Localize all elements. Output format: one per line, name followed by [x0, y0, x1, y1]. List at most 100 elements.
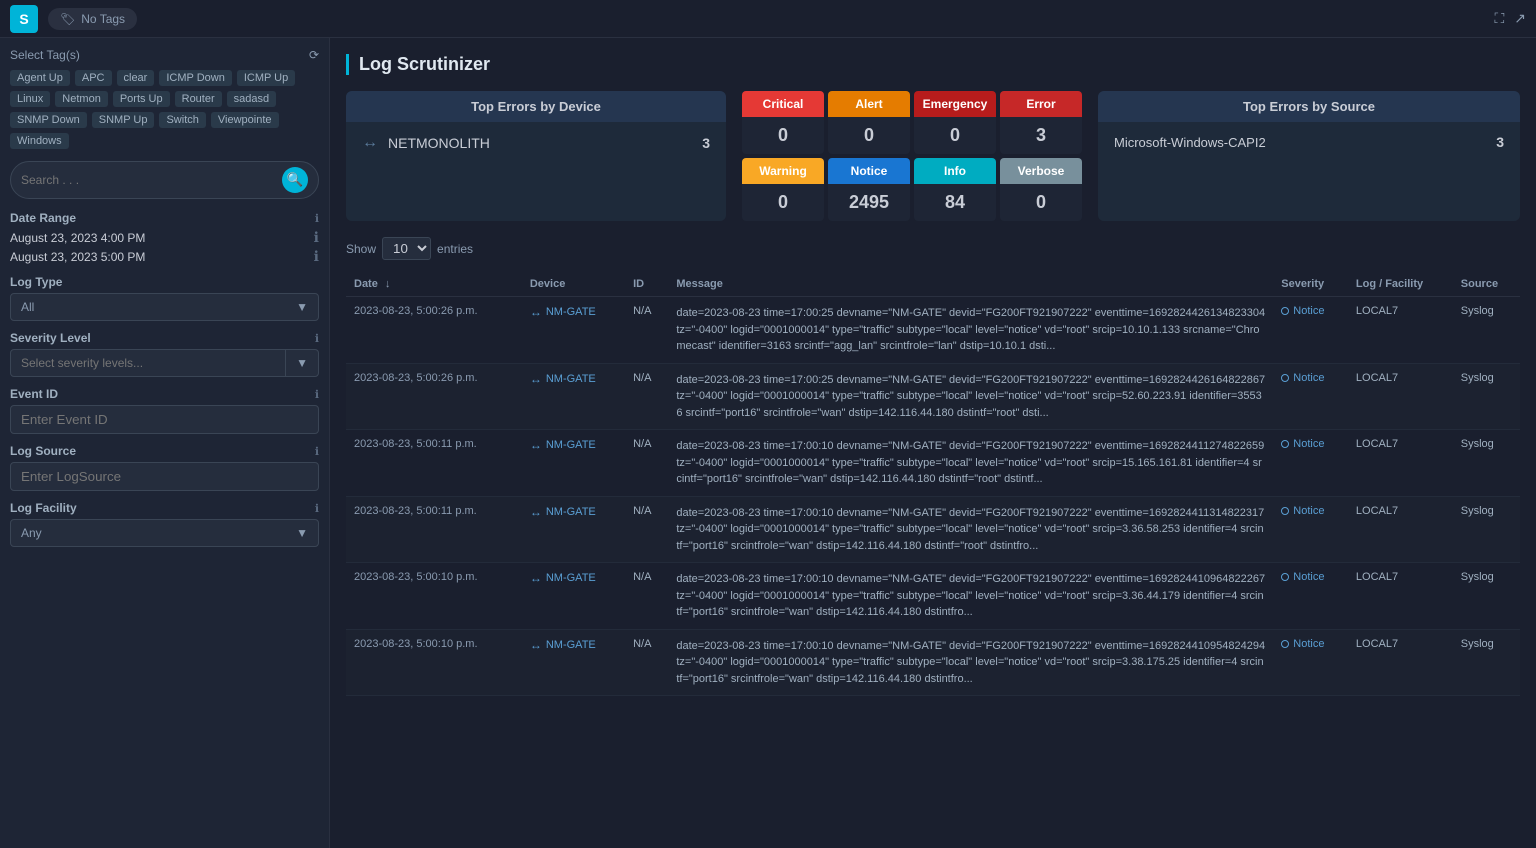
event-id-info-icon[interactable]: ℹ: [315, 388, 319, 401]
table-row[interactable]: 2023-08-23, 5:00:11 p.m. ↔ NM-GATE N/A d…: [346, 496, 1520, 563]
date-range-label-row: Date Range ℹ: [10, 211, 319, 225]
severity-dropdown[interactable]: ▼: [10, 349, 319, 377]
device-link[interactable]: ↔ NM-GATE: [530, 372, 617, 386]
log-facility-info-icon[interactable]: ℹ: [315, 502, 319, 515]
tag-badge-clear[interactable]: clear: [117, 70, 155, 86]
cell-facility: LOCAL7: [1348, 629, 1453, 696]
cell-message: date=2023-08-23 time=17:00:10 devname="N…: [668, 496, 1273, 563]
device-link-icon: ↔: [530, 305, 542, 319]
severity-card-alert[interactable]: Alert0: [828, 91, 910, 154]
table-row[interactable]: 2023-08-23, 5:00:10 p.m. ↔ NM-GATE N/A d…: [346, 629, 1520, 696]
cell-severity: Notice: [1273, 496, 1348, 563]
show-entries-row: Show 10 entries: [346, 237, 1520, 260]
severity-card-info[interactable]: Info84: [914, 158, 996, 221]
date-range-info-icon[interactable]: ℹ: [315, 212, 319, 225]
log-source-info-icon[interactable]: ℹ: [315, 445, 319, 458]
refresh-icon[interactable]: ⟳: [309, 48, 319, 62]
cell-date: 2023-08-23, 5:00:26 p.m.: [346, 297, 522, 364]
sev-label: Alert: [828, 91, 910, 117]
device-name-cell: NM-GATE: [546, 506, 596, 518]
tags-pill[interactable]: 🏷 No Tags: [48, 8, 137, 30]
exit-icon[interactable]: ↗: [1514, 10, 1526, 27]
severity-card-emergency[interactable]: Emergency0: [914, 91, 996, 154]
device-name: NETMONOLITH: [388, 135, 692, 151]
device-row: ↔NETMONOLITH3: [346, 122, 726, 164]
device-link[interactable]: ↔ NM-GATE: [530, 438, 617, 452]
stats-row: Top Errors by Device ↔NETMONOLITH3 Criti…: [346, 91, 1520, 221]
search-box: 🔍: [10, 161, 319, 199]
cell-id: N/A: [625, 297, 668, 364]
tag-badge-snmp-up[interactable]: SNMP Up: [92, 112, 155, 128]
device-link[interactable]: ↔ NM-GATE: [530, 638, 617, 652]
log-source-input[interactable]: [10, 462, 319, 491]
severity-input[interactable]: [11, 350, 285, 376]
table-header-row: Date ↓ Device ID Message Severity Log / …: [346, 272, 1520, 297]
select-tags-row: Select Tag(s) ⟳: [10, 48, 319, 62]
cell-facility: LOCAL7: [1348, 297, 1453, 364]
severity-card-notice[interactable]: Notice2495: [828, 158, 910, 221]
tag-badge-ports-up[interactable]: Ports Up: [113, 91, 170, 107]
date-to-info-icon[interactable]: ℹ: [314, 248, 319, 265]
tags-list: Agent Up APC clearICMP Down ICMP Up Linux Net…: [10, 70, 319, 149]
cell-facility: LOCAL7: [1348, 496, 1453, 563]
event-id-input[interactable]: [10, 405, 319, 434]
table-row[interactable]: 2023-08-23, 5:00:26 p.m. ↔ NM-GATE N/A d…: [346, 297, 1520, 364]
log-facility-label-row: Log Facility ℹ: [10, 501, 319, 515]
severity-dot-icon: [1281, 640, 1289, 648]
cell-device: ↔ NM-GATE: [522, 629, 625, 696]
tag-badge-icmp-down[interactable]: ICMP Down: [159, 70, 231, 86]
table-row[interactable]: 2023-08-23, 5:00:10 p.m. ↔ NM-GATE N/A d…: [346, 563, 1520, 630]
log-facility-dropdown[interactable]: Any ▼: [10, 519, 319, 547]
col-date[interactable]: Date ↓: [346, 272, 522, 297]
sev-label: Info: [914, 158, 996, 184]
cell-source: Syslog: [1453, 629, 1520, 696]
main-layout: Select Tag(s) ⟳ Agent Up APC clearICMP Dow…: [0, 38, 1536, 848]
cell-id: N/A: [625, 430, 668, 497]
search-input[interactable]: [21, 173, 282, 187]
date-from-info-icon[interactable]: ℹ: [314, 229, 319, 246]
tag-badge-apc[interactable]: APC: [75, 70, 112, 86]
tag-badge-snmp-down[interactable]: SNMP Down: [10, 112, 87, 128]
search-icon: 🔍: [287, 172, 304, 188]
app-logo: S: [10, 5, 38, 33]
log-facility-value: Any: [21, 526, 42, 540]
device-link[interactable]: ↔ NM-GATE: [530, 571, 617, 585]
event-id-section: Event ID ℹ: [10, 387, 319, 434]
severity-badge: Notice: [1281, 305, 1324, 317]
log-type-label: Log Type: [10, 275, 62, 289]
tag-badge-switch[interactable]: Switch: [159, 112, 205, 128]
tag-badge-sadasd[interactable]: sadasd: [227, 91, 276, 107]
severity-card-warning[interactable]: Warning0: [742, 158, 824, 221]
table-row[interactable]: 2023-08-23, 5:00:11 p.m. ↔ NM-GATE N/A d…: [346, 430, 1520, 497]
severity-card-error[interactable]: Error3: [1000, 91, 1082, 154]
cell-date: 2023-08-23, 5:00:10 p.m.: [346, 563, 522, 630]
cell-source: Syslog: [1453, 430, 1520, 497]
device-link[interactable]: ↔ NM-GATE: [530, 505, 617, 519]
tag-badge-linux[interactable]: Linux: [10, 91, 50, 107]
tag-badge-netmon[interactable]: Netmon: [55, 91, 108, 107]
topbar: S 🏷 No Tags ⛶ ↗: [0, 0, 1536, 38]
tag-badge-windows[interactable]: Windows: [10, 133, 69, 149]
severity-card-critical[interactable]: Critical0: [742, 91, 824, 154]
severity-badge: Notice: [1281, 638, 1324, 650]
tag-badge-router[interactable]: Router: [175, 91, 222, 107]
log-type-label-row: Log Type: [10, 275, 319, 289]
content: Log Scrutinizer Top Errors by Device ↔NE…: [330, 38, 1536, 848]
entries-select[interactable]: 10: [382, 237, 431, 260]
severity-arrow-icon[interactable]: ▼: [285, 350, 318, 376]
severity-card-verbose[interactable]: Verbose0: [1000, 158, 1082, 221]
log-type-dropdown[interactable]: All ▼: [10, 293, 319, 321]
fullscreen-icon[interactable]: ⛶: [1494, 10, 1504, 27]
severity-badge: Notice: [1281, 438, 1324, 450]
topbar-right: ⛶ ↗: [1494, 10, 1526, 27]
tag-badge-viewpointe[interactable]: Viewpointe: [211, 112, 279, 128]
search-button[interactable]: 🔍: [282, 167, 308, 193]
severity-info-icon[interactable]: ℹ: [315, 332, 319, 345]
device-link[interactable]: ↔ NM-GATE: [530, 305, 617, 319]
tag-badge-icmp-up[interactable]: ICMP Up: [237, 70, 295, 86]
date-to: August 23, 2023 5:00 PM: [10, 250, 145, 264]
cell-id: N/A: [625, 363, 668, 430]
tag-badge-agent-up[interactable]: Agent Up: [10, 70, 70, 86]
table-row[interactable]: 2023-08-23, 5:00:26 p.m. ↔ NM-GATE N/A d…: [346, 363, 1520, 430]
severity-dot-icon: [1281, 374, 1289, 382]
